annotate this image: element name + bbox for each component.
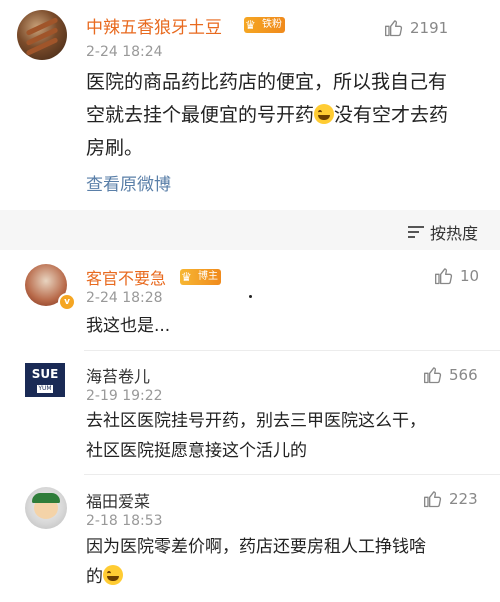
content-text: 医院的商品药比药店的便宜，所以我自己有 [86, 71, 448, 93]
stray-dot [249, 295, 252, 298]
badge-label: 博主 [198, 271, 218, 282]
like-count: 2191 [410, 19, 449, 37]
commenter-avatar[interactable]: SUE YUM [25, 363, 65, 397]
comment-time: 2-24 18:28 [86, 290, 163, 306]
content-text: 房刷。 [86, 137, 144, 159]
view-original-link[interactable]: 查看原微博 [86, 170, 171, 195]
comment-text: 去社区医院挂号开药，别去三甲医院这么干， 社区医院挺愿意接这个活儿的 [86, 406, 496, 466]
avatar-text: SUE [31, 367, 59, 381]
commenter-name[interactable]: 客官不要急 [86, 265, 166, 289]
content-line: 的 [86, 567, 103, 587]
author-avatar[interactable] [17, 10, 67, 60]
main-post: 中辣五香狼牙土豆 ♛ 铁粉 2-24 18:24 2191 医院的商品药比药店的… [0, 0, 500, 210]
content-line: 去社区医院挂号开药，别去三甲医院这么干， [86, 411, 426, 431]
sort-icon [407, 225, 424, 239]
blogger-badge: ♛ 博主 [180, 269, 221, 285]
comment-divider [84, 474, 500, 475]
comment-text: 因为医院零差价啊，药店还要房租人工挣钱啥 的 [86, 532, 496, 592]
like-button[interactable]: 10 [434, 266, 479, 286]
author-name[interactable]: 中辣五香狼牙土豆 [86, 13, 222, 38]
sort-label: 按热度 [429, 224, 478, 243]
content-line: 社区医院挺愿意接这个活儿的 [86, 441, 307, 461]
like-count: 223 [449, 490, 478, 508]
comment-text: 我这也是... [86, 316, 171, 336]
comment-divider [84, 350, 500, 351]
thumbs-up-icon [424, 491, 442, 508]
badge-label: 铁粉 [262, 19, 282, 30]
laughing-emoji-icon [103, 565, 123, 585]
crown-icon: ♛ [245, 18, 256, 32]
comment-time: 2-19 19:22 [86, 388, 163, 404]
like-count: 566 [449, 366, 478, 384]
post-time: 2-24 18:24 [86, 44, 163, 60]
sort-by-hot-button[interactable]: 按热度 [407, 220, 478, 244]
thumbs-up-icon [435, 268, 453, 285]
crown-icon: ♛ [181, 270, 192, 284]
content-text: 空就去挂个最便宜的号开药 [86, 104, 315, 126]
post-content: 医院的商品药比药店的便宜，所以我自己有 空就去挂个最便宜的号开药 没有空才去药 房… [86, 66, 486, 165]
like-button[interactable]: 566 [423, 365, 478, 385]
content-text: 没有空才去药 [334, 104, 449, 126]
like-count: 10 [460, 267, 480, 285]
avatar-subtext: YUM [37, 385, 53, 393]
commenter-avatar[interactable] [25, 487, 67, 529]
thumbs-up-icon [385, 20, 403, 37]
content-line: 因为医院零差价啊，药店还要房租人工挣钱啥 [86, 537, 426, 557]
commenter-name[interactable]: 海苔卷儿 [86, 363, 150, 387]
commenter-name[interactable]: 福田爱菜 [86, 488, 150, 512]
like-button[interactable]: 2191 [384, 18, 448, 38]
comment-time: 2-18 18:53 [86, 513, 163, 529]
thumbs-up-icon [424, 367, 442, 384]
laughing-emoji-icon [314, 104, 335, 124]
fan-badge: ♛ 铁粉 [244, 17, 285, 33]
verified-icon: v [58, 293, 76, 311]
like-button[interactable]: 223 [423, 489, 478, 509]
